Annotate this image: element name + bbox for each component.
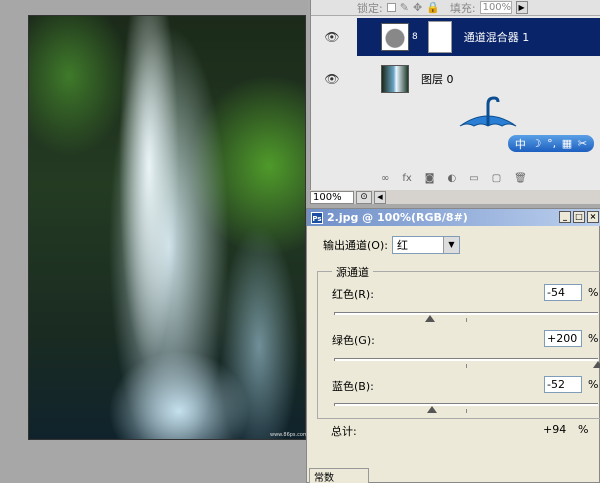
red-slider-thumb[interactable] [425, 315, 436, 322]
document-canvas: www.86ps.com [0, 0, 308, 483]
layers-toolbar: ∞ fx ◙ ◐ ▭ ▢ 🗑 [381, 170, 600, 186]
green-center-tick [466, 364, 467, 368]
waterfall-image [28, 15, 306, 440]
constant-label: 常数 [309, 468, 369, 483]
eye-icon[interactable]: 👁 [315, 60, 349, 98]
zoom-menu-icon[interactable]: ⊙ [356, 190, 372, 204]
lock-all-icon[interactable]: 🔒 [426, 1, 440, 14]
lock-label: 锁定: [357, 1, 383, 15]
new-layer-icon[interactable]: ▢ [492, 173, 501, 184]
scroll-left-icon[interactable]: ◀ [374, 190, 386, 204]
blue-pct: % [588, 378, 599, 391]
red-slider-track[interactable] [334, 312, 598, 315]
red-center-tick [466, 318, 467, 322]
fill-input[interactable]: 100% [479, 1, 512, 14]
total-label: 总计: [331, 425, 357, 438]
settings-icon[interactable]: ✂ [578, 137, 587, 150]
folder-icon[interactable]: ▭ [469, 173, 478, 184]
lock-transparency-icon[interactable] [386, 3, 396, 12]
layer-name: 通道混合器 1 [463, 31, 530, 44]
blue-slider-track[interactable] [334, 403, 598, 406]
maximize-icon[interactable]: □ [573, 211, 585, 223]
lock-move-icon[interactable]: ✥ [413, 1, 422, 14]
fill-arrow-button[interactable]: ▶ [515, 1, 528, 14]
photoshop-icon: Ps [311, 211, 323, 224]
layer-name: 图层 0 [421, 73, 454, 86]
image-credit: www.86ps.com [270, 432, 308, 438]
ime-mode-label[interactable]: 中 [515, 136, 526, 152]
minimize-icon[interactable]: _ [559, 211, 571, 223]
close-icon[interactable]: × [587, 211, 599, 223]
zoom-input[interactable]: 100% [310, 190, 354, 204]
red-pct: % [588, 286, 599, 299]
blue-center-tick [466, 409, 467, 413]
output-channel-select[interactable]: 红 ▼ [391, 236, 460, 254]
red-channel-label: 红色(R): [332, 288, 374, 301]
dialog-title: 2.jpg @ 100%(RGB/8#) [327, 211, 468, 224]
layers-panel: 锁定: ✎ ✥ 🔒 填充: 100% ▶ 👁 8 通道混合器 1 👁 图层 0 … [310, 0, 600, 190]
blue-channel-label: 蓝色(B): [332, 380, 374, 393]
zoom-status-bar: 100% ⊙ ◀ [310, 190, 600, 204]
green-slider-thumb[interactable] [593, 361, 600, 368]
output-channel-label: 输出通道(O): [323, 239, 388, 252]
mask-thumbnail [427, 21, 452, 53]
adjustment-thumbnail [381, 23, 409, 51]
adjustment-icon[interactable]: ◐ [448, 173, 457, 184]
lock-paint-icon[interactable]: ✎ [400, 1, 409, 14]
window-controls: _ □ × [559, 211, 599, 223]
dialog-titlebar[interactable]: Ps 2.jpg @ 100%(RGB/8#) _ □ × [307, 209, 600, 226]
fx-icon[interactable]: fx [402, 173, 411, 184]
green-channel-input[interactable]: +200 [544, 330, 582, 347]
green-slider-track[interactable] [334, 358, 598, 361]
channel-mixer-dialog: Ps 2.jpg @ 100%(RGB/8#) _ □ × 输出通道(O): 红… [306, 208, 600, 483]
lock-row: 锁定: ✎ ✥ 🔒 填充: 100% ▶ [311, 0, 600, 16]
layer-row-channel-mixer[interactable]: 8 通道混合器 1 [357, 18, 600, 56]
chevron-down-icon[interactable]: ▼ [442, 237, 459, 253]
output-channel-row: 输出通道(O): 红 ▼ [323, 236, 460, 254]
total-value: +94 [543, 423, 567, 436]
eye-icon[interactable]: 👁 [315, 18, 349, 56]
green-pct: % [588, 332, 599, 345]
blue-slider-thumb[interactable] [426, 406, 437, 413]
ime-toolbar[interactable]: 中 ☽ °, ▦ ✂ [508, 135, 594, 152]
trash-icon[interactable]: 🗑 [514, 173, 527, 184]
source-channels-group: 源通道 红色(R): -54 % 绿色(G): +200 % 蓝色(B): -5… [317, 264, 600, 419]
punct-icon[interactable]: °, [547, 137, 556, 150]
source-channels-label: 源通道 [332, 264, 373, 280]
keyboard-icon[interactable]: ▦ [562, 137, 572, 150]
green-channel-label: 绿色(G): [332, 334, 375, 347]
blue-channel-input[interactable]: -52 [544, 376, 582, 393]
fill-label: 填充: [449, 1, 476, 15]
red-channel-input[interactable]: -54 [544, 284, 582, 301]
link-icon[interactable]: ∞ [381, 173, 389, 184]
mask-icon[interactable]: ◙ [425, 173, 435, 184]
chain-icon: 8 [412, 32, 418, 42]
layer-thumbnail [381, 65, 409, 93]
output-channel-value: 红 [396, 239, 408, 252]
moon-icon[interactable]: ☽ [532, 137, 542, 150]
layer-row-layer0[interactable]: 图层 0 [357, 60, 600, 98]
total-pct: % [578, 423, 589, 436]
